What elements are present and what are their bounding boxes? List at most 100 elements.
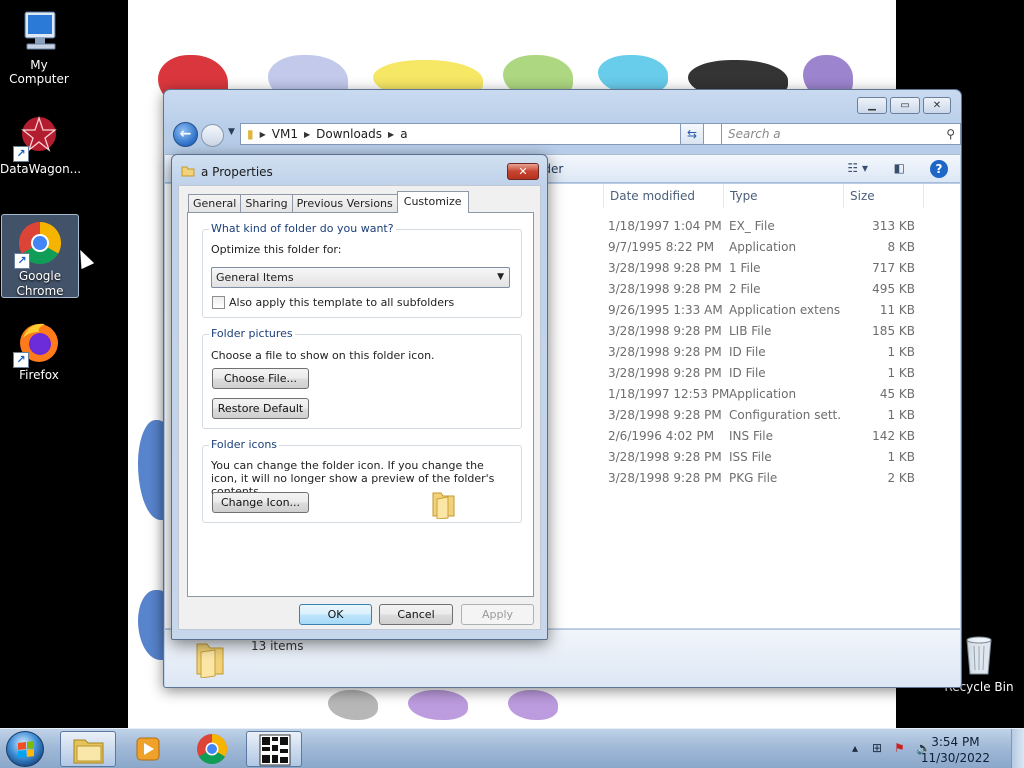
start-button[interactable] [6, 731, 44, 767]
shortcut-arrow-icon: ↗ [13, 352, 29, 368]
tab-sharing[interactable]: Sharing [240, 194, 293, 213]
taskbar-chrome[interactable] [184, 731, 240, 767]
apply-subfolders-checkbox[interactable] [212, 296, 225, 309]
column-divider [603, 184, 604, 208]
file-type: ID File [729, 345, 766, 359]
desktop-icon-datawagon[interactable]: ↗ DataWagon... [0, 112, 81, 180]
breadcrumb-separator[interactable]: ▶ [304, 130, 310, 139]
tab-general[interactable]: General [188, 194, 242, 213]
cancel-button[interactable]: Cancel [379, 604, 453, 625]
computer-icon [15, 8, 63, 56]
preview-pane-icon[interactable]: ◧ [894, 161, 905, 175]
desktop-icon-my-computer[interactable]: My Computer [0, 8, 78, 86]
forward-button[interactable] [201, 124, 224, 147]
choose-file-button[interactable]: Choose File... [212, 368, 309, 389]
show-desktop-button[interactable] [1011, 729, 1024, 768]
clock[interactable]: 3:54 PM 11/30/2022 [921, 734, 990, 766]
wallpaper-blob [508, 690, 558, 720]
file-size: 142 KB [872, 429, 915, 443]
file-type: Application [729, 387, 797, 401]
folder-type-group: What kind of folder do you want? Optimiz… [202, 222, 522, 318]
file-date-modified: 2/6/1996 4:02 PM [608, 429, 715, 443]
navigation-bar: ← ▼ ▮ ▶ VM1 ▶ Downloads ▶ a ▼ ⇆ Search a… [172, 121, 961, 149]
file-size: 11 KB [879, 303, 915, 317]
tab-previous-versions[interactable]: Previous Versions [291, 194, 398, 213]
apply-subfolders-label[interactable]: Also apply this template to all subfolde… [229, 296, 454, 309]
taskbar-explorer[interactable] [60, 731, 116, 767]
back-button[interactable]: ← [173, 122, 198, 147]
search-input[interactable]: Search a ⚲ [721, 123, 961, 145]
shortcut-arrow-icon: ↗ [14, 253, 30, 269]
desktop-icon-label: Firefox [19, 368, 59, 382]
file-type: 1 File [729, 261, 761, 275]
file-date-modified: 9/26/1995 1:33 AM [608, 303, 723, 317]
file-date-modified: 3/28/1998 9:28 PM [608, 324, 722, 338]
search-placeholder: Search a [728, 127, 781, 141]
optimize-folder-select[interactable]: General Items ▼ [211, 267, 510, 288]
windows-explorer-icon [73, 739, 104, 764]
datawagon-icon: ↗ [13, 112, 63, 162]
desktop-icon-firefox[interactable]: ↗ Firefox [0, 318, 78, 386]
view-options-icon[interactable]: ☷ ▾ [847, 161, 868, 175]
show-hidden-icons-icon[interactable]: ▴ [852, 741, 858, 755]
desktop-icon-label: My Computer [9, 58, 69, 86]
group-legend: Folder pictures [209, 327, 295, 340]
maximize-button[interactable]: ▭ [890, 97, 920, 114]
apply-button[interactable]: Apply [461, 604, 534, 625]
change-icon-button[interactable]: Change Icon... [212, 492, 309, 513]
search-icon[interactable]: ⚲ [946, 127, 955, 141]
breadcrumb-downloads[interactable]: Downloads [316, 127, 382, 141]
refresh-button[interactable]: ⇆ [680, 123, 704, 145]
breadcrumb-a[interactable]: a [400, 127, 407, 141]
column-divider [723, 184, 724, 208]
desktop-icon-google-chrome[interactable]: ↗ Google Chrome [1, 214, 79, 298]
file-size: 717 KB [872, 261, 915, 275]
column-type[interactable]: Type [730, 189, 758, 203]
file-size: 313 KB [872, 219, 915, 233]
close-button[interactable]: ✕ [923, 97, 951, 114]
media-player-icon [136, 737, 160, 761]
breadcrumb-vm1[interactable]: VM1 [272, 127, 298, 141]
address-bar[interactable]: ▮ ▶ VM1 ▶ Downloads ▶ a ▼ [240, 123, 740, 145]
breadcrumb-separator[interactable]: ▶ [388, 130, 394, 139]
recent-pages-dropdown[interactable]: ▼ [228, 127, 235, 137]
system-tray: ▴ ⊞ ⚑ 🔊 3:54 PM 11/30/2022 [834, 729, 1024, 768]
network-icon[interactable]: ⊞ [872, 741, 882, 755]
optimize-folder-value: General Items [216, 271, 294, 284]
action-center-icon[interactable]: ⚑ [894, 741, 905, 755]
folder-icons-group: Folder icons You can change the folder i… [202, 438, 522, 523]
file-type: Application [729, 240, 797, 254]
taskbar-qr-app[interactable] [246, 731, 302, 767]
group-legend: What kind of folder do you want? [209, 222, 396, 235]
restore-default-button[interactable]: Restore Default [212, 398, 309, 419]
file-size: 1 KB [887, 450, 915, 464]
tab-bar: General Sharing Previous Versions Custom… [188, 191, 469, 213]
file-type: Configuration sett... [729, 408, 841, 422]
file-type: LIB File [729, 324, 772, 338]
help-icon[interactable]: ? [930, 160, 948, 178]
close-button[interactable]: ✕ [507, 163, 539, 180]
tab-customize[interactable]: Customize [396, 191, 469, 213]
file-size: 1 KB [887, 366, 915, 380]
taskbar-media-player[interactable] [120, 731, 176, 767]
file-date-modified: 3/28/1998 9:28 PM [608, 282, 722, 296]
window-controls: ▁ ▭ ✕ [857, 97, 951, 114]
file-date-modified: 3/28/1998 9:28 PM [608, 471, 722, 485]
ok-button[interactable]: OK [299, 604, 372, 625]
breadcrumb-separator: ▶ [259, 129, 266, 139]
folder-icon [193, 638, 227, 679]
file-date-modified: 3/28/1998 9:28 PM [608, 345, 722, 359]
minimize-button[interactable]: ▁ [857, 97, 887, 114]
group-legend: Folder icons [209, 438, 280, 451]
column-date-modified[interactable]: Date modified [610, 189, 695, 203]
windows-logo-icon [18, 741, 34, 758]
file-date-modified: 3/28/1998 9:28 PM [608, 261, 722, 275]
customize-panel: What kind of folder do you want? Optimiz… [187, 212, 534, 597]
file-type: 2 File [729, 282, 761, 296]
properties-dialog[interactable]: a Properties ✕ General Sharing Previous … [171, 154, 548, 640]
file-date-modified: 1/18/1997 12:53 PM [608, 387, 730, 401]
firefox-icon: ↗ [13, 318, 63, 368]
shortcut-arrow-icon: ↗ [13, 146, 29, 162]
column-size[interactable]: Size [850, 189, 875, 203]
file-size: 1 KB [887, 408, 915, 422]
